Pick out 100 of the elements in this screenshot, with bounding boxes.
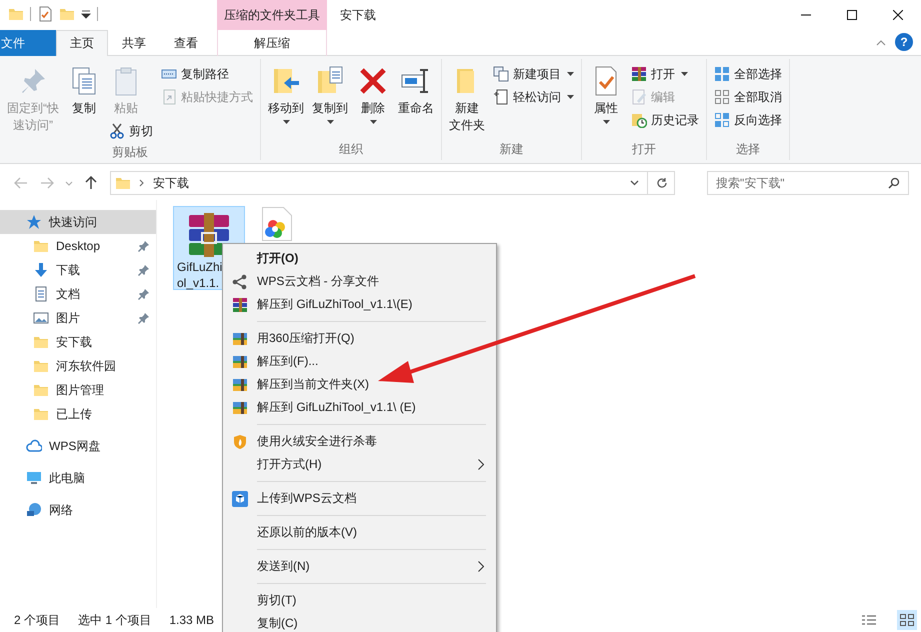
- nav-item[interactable]: WPS网盘: [0, 434, 156, 458]
- group-label: 打开: [631, 141, 657, 158]
- ribbon-button[interactable]: 复制: [64, 63, 104, 119]
- nav-item[interactable]: 下载: [0, 258, 156, 282]
- star-icon: [26, 214, 42, 230]
- folder-icon: [115, 175, 131, 191]
- forward-icon: [40, 177, 54, 189]
- search-field[interactable]: 搜索"安下载": [707, 171, 909, 195]
- maximize-icon: [847, 10, 857, 20]
- menu-item[interactable]: 复制(C): [223, 612, 496, 632]
- nav-item[interactable]: 图片: [0, 306, 156, 330]
- ribbon-tab[interactable]: 共享: [108, 30, 160, 56]
- ribbon-button[interactable]: 移动到: [265, 63, 307, 126]
- address-bar[interactable]: 安下载: [110, 171, 675, 195]
- menu-item[interactable]: 解压到 GifLuZhiTool_v1.1\(E): [223, 293, 496, 316]
- close-icon: [893, 10, 903, 20]
- new-item-icon: [493, 66, 509, 82]
- pin-icon: [138, 264, 150, 276]
- archive-icon: [232, 376, 248, 392]
- nav-item[interactable]: 此电脑: [0, 466, 156, 490]
- ribbon-button[interactable]: 新建 文件夹: [446, 63, 488, 136]
- window-title: 安下载: [339, 7, 376, 24]
- up-icon: [85, 176, 97, 190]
- folder-icon: [33, 238, 49, 254]
- menu-item[interactable]: 打开方式(H): [223, 453, 496, 476]
- ribbon-button[interactable]: 新建项目: [490, 63, 577, 85]
- customize-icon[interactable]: [81, 9, 91, 19]
- caret-icon: [567, 72, 574, 76]
- pin-icon: [138, 288, 150, 300]
- dropdown-icon[interactable]: [630, 180, 639, 186]
- caret-icon: [681, 72, 688, 76]
- history-icon: [631, 112, 647, 128]
- ribbon-button[interactable]: 历史记录: [628, 109, 702, 131]
- ribbon-button[interactable]: 重命名: [395, 63, 437, 119]
- ribbon-tab[interactable]: 文件: [0, 30, 56, 56]
- nav-item[interactable]: 文档: [0, 282, 156, 306]
- menu-item[interactable]: 还原以前的版本(V): [223, 521, 496, 544]
- contextual-tab-header: 压缩的文件夹工具: [217, 0, 327, 30]
- group-label: 选择: [735, 141, 761, 158]
- back-icon: [14, 177, 28, 189]
- archive-icon: [232, 330, 248, 346]
- download-icon: [33, 262, 49, 278]
- group-label: 剪贴板: [111, 144, 149, 161]
- menu-item[interactable]: 使用火绒安全进行杀毒: [223, 430, 496, 453]
- ribbon-button[interactable]: 属性: [586, 63, 626, 126]
- scissors-icon: [109, 123, 125, 139]
- menu-item[interactable]: 解压到(F)...: [223, 350, 496, 373]
- properties-icon[interactable]: [37, 6, 53, 22]
- ribbon-tab[interactable]: 查看: [160, 30, 212, 56]
- large-icons-view-button[interactable]: [897, 610, 917, 630]
- network-icon: [26, 502, 42, 518]
- ribbon-button[interactable]: 打开: [628, 63, 691, 85]
- archive-icon: [232, 296, 248, 312]
- select-all-icon: [714, 66, 730, 82]
- file-name: GifLuZhi: [177, 259, 222, 275]
- document-icon: [33, 286, 49, 302]
- nav-item[interactable]: 网络: [0, 498, 156, 522]
- select-none-icon: [714, 89, 730, 105]
- ribbon-button[interactable]: 轻松访问: [490, 86, 577, 108]
- caret-icon: [65, 180, 73, 186]
- file-name: ol_v1.1.: [177, 275, 220, 291]
- nav-item[interactable]: 河东软件园: [0, 354, 156, 378]
- ribbon-button[interactable]: 全部取消: [711, 86, 785, 108]
- refresh-icon[interactable]: [656, 177, 668, 189]
- share-icon: [232, 274, 248, 290]
- page-icon: [493, 89, 509, 105]
- computer-icon: [26, 470, 42, 486]
- ribbon-button[interactable]: 全部选择: [711, 63, 785, 85]
- chevron-icon: [139, 179, 145, 187]
- edit-icon: [631, 89, 647, 105]
- search-icon: [888, 177, 900, 189]
- image-file-icon: [262, 207, 292, 241]
- caret-icon: [282, 120, 290, 124]
- ribbon-tab[interactable]: 主页: [56, 30, 108, 56]
- menu-item[interactable]: 用360压缩打开(Q): [223, 327, 496, 350]
- breadcrumb[interactable]: 安下载: [153, 174, 189, 192]
- help-button[interactable]: ?: [895, 33, 913, 51]
- menu-item[interactable]: 剪切(T): [223, 589, 496, 612]
- menu-item[interactable]: 解压到当前文件夹(X): [223, 373, 496, 396]
- ribbon-button[interactable]: 删除: [353, 63, 393, 126]
- details-view-icon: [862, 614, 876, 626]
- file-item[interactable]: [261, 206, 293, 242]
- nav-item[interactable]: 安下载: [0, 330, 156, 354]
- nav-item[interactable]: 图片管理: [0, 378, 156, 402]
- nav-item[interactable]: 已上传: [0, 402, 156, 426]
- picture-icon: [33, 310, 49, 326]
- ribbon-button[interactable]: 反向选择: [711, 109, 785, 131]
- nav-item[interactable]: 快速访问: [0, 210, 156, 234]
- ribbon-button[interactable]: 复制路径: [158, 63, 232, 85]
- ribbon-button[interactable]: 剪切: [106, 120, 156, 142]
- folder-icon: [33, 358, 49, 374]
- folder-icon: [33, 334, 49, 350]
- nav-item[interactable]: Desktop: [0, 234, 156, 258]
- shield-icon: [232, 434, 248, 450]
- invert-selection-icon: [714, 112, 730, 128]
- menu-item[interactable]: 发送到(N): [223, 555, 496, 578]
- ribbon-button[interactable]: 复制到: [309, 63, 351, 126]
- menu-item[interactable]: 解压到 GifLuZhiTool_v1.1\ (E): [223, 396, 496, 419]
- group-label: 组织: [338, 141, 364, 158]
- menu-item[interactable]: 上传到WPS云文档: [223, 487, 496, 510]
